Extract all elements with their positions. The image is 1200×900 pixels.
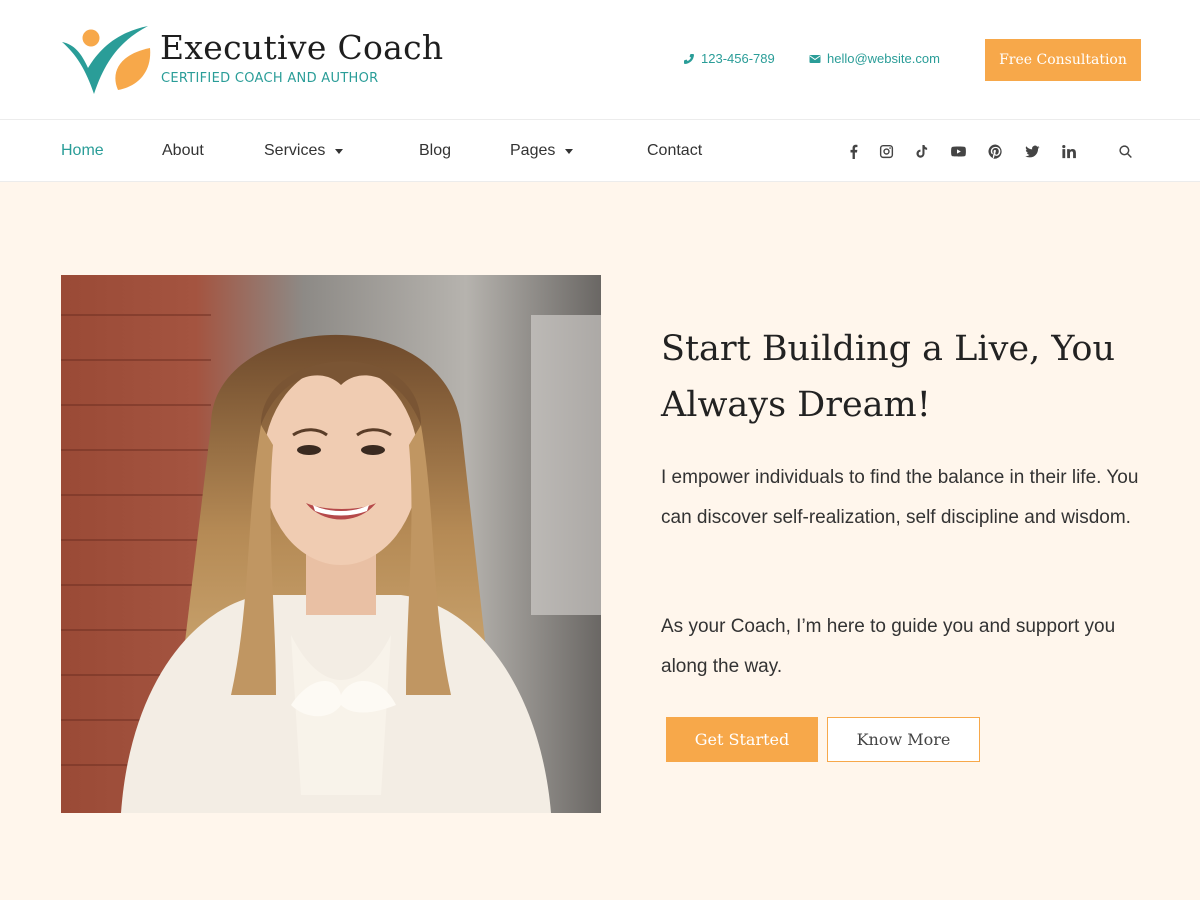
envelope-icon [809, 54, 821, 63]
hero-headline: Start Building a Live, You Always Dream! [661, 329, 1115, 425]
nav-item-about[interactable]: About [162, 142, 204, 160]
nav-item-label: Contact [647, 142, 703, 159]
email-contact[interactable]: hello@website.com [809, 51, 940, 66]
instagram-icon[interactable] [877, 142, 895, 160]
search-icon[interactable] [1116, 142, 1134, 160]
nav-item-label: Home [61, 142, 104, 159]
nav-item-contact[interactable]: Contact [647, 142, 702, 160]
nav-item-label: Blog [419, 142, 452, 159]
check-leaf-logo[interactable] [60, 24, 154, 96]
youtube-icon[interactable] [949, 142, 967, 160]
facebook-icon[interactable] [844, 142, 862, 160]
know-more-button[interactable]: Know More [827, 717, 980, 762]
caret-down-icon [335, 148, 344, 154]
email-address: hello@website.com [827, 51, 940, 66]
nav-item-home[interactable]: Home [61, 142, 104, 160]
hero-section: Start Building a Live, You Always Dream!… [0, 182, 1200, 900]
phone-icon [684, 53, 694, 64]
site-header: Executive Coach CERTIFIED COACH AND AUTH… [0, 0, 1200, 119]
site-tagline: CERTIFIED COACH AND AUTHOR [161, 71, 379, 86]
nav-item-label: About [162, 142, 204, 159]
phone-contact[interactable]: 123-456-789 [683, 51, 775, 66]
main-navigation: Home About Services Blog Pages Contact [0, 119, 1200, 182]
coach-portrait-photo [61, 275, 601, 813]
caret-down-icon [565, 148, 574, 154]
nav-item-label: Services [264, 142, 326, 159]
site-title[interactable]: Executive Coach [160, 28, 443, 67]
linkedin-icon[interactable] [1059, 142, 1077, 160]
pinterest-icon[interactable] [986, 142, 1004, 160]
hero-paragraph-coach: As your Coach, I’m here to guide you and… [661, 616, 1116, 677]
tiktok-icon[interactable] [912, 142, 930, 160]
nav-item-services[interactable]: Services [264, 142, 344, 160]
nav-item-label: Pages [510, 142, 556, 159]
nav-item-blog[interactable]: Blog [419, 142, 451, 160]
get-started-button[interactable]: Get Started [666, 717, 818, 762]
phone-number: 123-456-789 [701, 51, 775, 66]
nav-item-pages[interactable]: Pages [510, 142, 574, 160]
twitter-icon[interactable] [1023, 142, 1041, 160]
hero-paragraph-intro: I empower individuals to find the balanc… [661, 467, 1139, 528]
free-consultation-button[interactable]: Free Consultation [985, 39, 1141, 81]
